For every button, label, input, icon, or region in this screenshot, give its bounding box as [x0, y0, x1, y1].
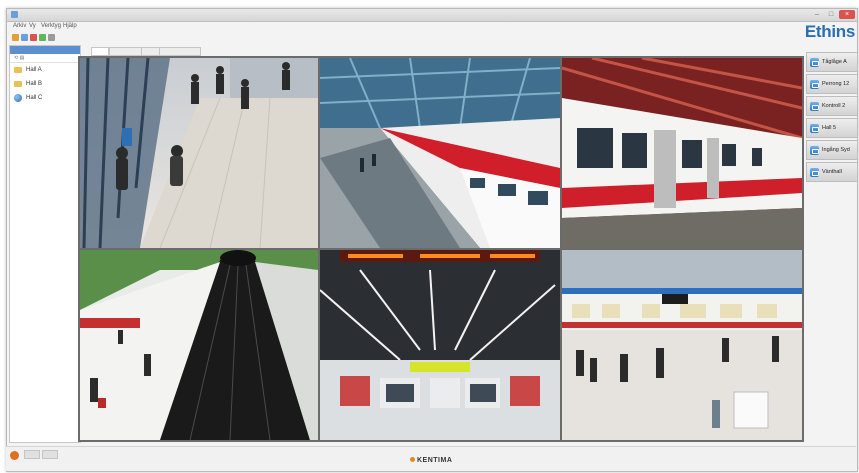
title-bar: – □ ×: [7, 9, 857, 22]
open-icon[interactable]: [12, 34, 19, 41]
menu-view[interactable]: Vy: [29, 23, 36, 29]
menu-bar: Arkiv Vy Verktyg Hjälp: [7, 22, 857, 32]
toolbar: [7, 33, 857, 44]
camera-tile-2[interactable]: [320, 58, 560, 248]
brand-logo: Ethins: [804, 22, 855, 41]
preset-button-5[interactable]: Ingång Syd: [806, 140, 858, 160]
camera-tree-panel: ⟲ ▤ Hall A Hall B Hall C: [9, 45, 81, 443]
folder-icon: [14, 81, 22, 87]
camera-preset-icon: [810, 79, 819, 89]
camera-preset-icon: [810, 167, 819, 177]
tree-toolbar: ⟲ ▤: [10, 54, 80, 63]
camera-tile-6[interactable]: [562, 250, 802, 440]
status-button-1[interactable]: [24, 450, 40, 459]
preset-label: Perrong 12: [822, 81, 850, 87]
camera-preset-icon: [810, 101, 819, 111]
preset-button-1[interactable]: Tåglåge A: [806, 52, 858, 72]
save-icon[interactable]: [21, 34, 28, 41]
close-button[interactable]: ×: [839, 10, 855, 19]
preset-label: Tåglåge A: [822, 59, 847, 65]
maximize-button[interactable]: □: [825, 10, 837, 19]
camera-preset-icon: [810, 57, 819, 67]
tab-3[interactable]: [141, 47, 161, 56]
preset-label: Hall 5: [822, 125, 837, 131]
brand-dot-icon: [410, 457, 415, 462]
tab-2[interactable]: [109, 47, 143, 56]
app-icon: [11, 11, 18, 18]
camera-preset-icon: [810, 123, 819, 133]
menu-file[interactable]: Arkiv: [13, 23, 26, 29]
folder-icon: [14, 67, 22, 73]
record-icon[interactable]: [30, 34, 37, 41]
camera-tile-5[interactable]: [320, 250, 560, 440]
tree-item-label: Hall A: [26, 67, 42, 73]
settings-icon[interactable]: [48, 34, 55, 41]
camera-tile-1[interactable]: [80, 58, 318, 248]
tree-item-label: Hall B: [26, 81, 43, 87]
tree-item-hall-b[interactable]: Hall B: [10, 77, 80, 91]
tab-4[interactable]: [159, 47, 201, 56]
footer-brand-text: KENTIMA: [417, 457, 453, 464]
footer-brand: KENTIMA: [410, 457, 452, 464]
tree-header: [10, 46, 80, 54]
status-button-2[interactable]: [42, 450, 58, 459]
record-stop-icon[interactable]: [10, 451, 19, 460]
preset-button-4[interactable]: Hall 5: [806, 118, 858, 138]
tree-item-label: Hall C: [26, 95, 43, 101]
preset-label: Ingång Syd: [822, 147, 850, 153]
preset-label: Kontroll 2: [822, 103, 846, 109]
tree-item-hall-a[interactable]: Hall A: [10, 63, 80, 77]
preset-button-2[interactable]: Perrong 12: [806, 74, 858, 94]
menu-help[interactable]: Hjälp: [63, 23, 77, 29]
globe-icon: [14, 94, 22, 102]
camera-preset-icon: [810, 145, 819, 155]
preset-button-3[interactable]: Kontroll 2: [806, 96, 858, 116]
preset-list: Tåglåge A Perrong 12 Kontroll 2 Hall 5 I…: [806, 52, 858, 184]
preset-label: Vänthall: [822, 169, 842, 175]
status-bar: KENTIMA: [6, 446, 856, 471]
video-grid: [78, 56, 804, 442]
camera-tile-3[interactable]: [562, 58, 802, 248]
preset-button-6[interactable]: Vänthall: [806, 162, 858, 182]
menu-tools[interactable]: Verktyg: [41, 23, 61, 29]
minimize-button[interactable]: –: [811, 10, 823, 19]
tab-1[interactable]: [91, 47, 109, 56]
tree-item-hall-c[interactable]: Hall C: [10, 91, 80, 105]
play-icon[interactable]: [39, 34, 46, 41]
camera-tile-4[interactable]: [80, 250, 318, 440]
